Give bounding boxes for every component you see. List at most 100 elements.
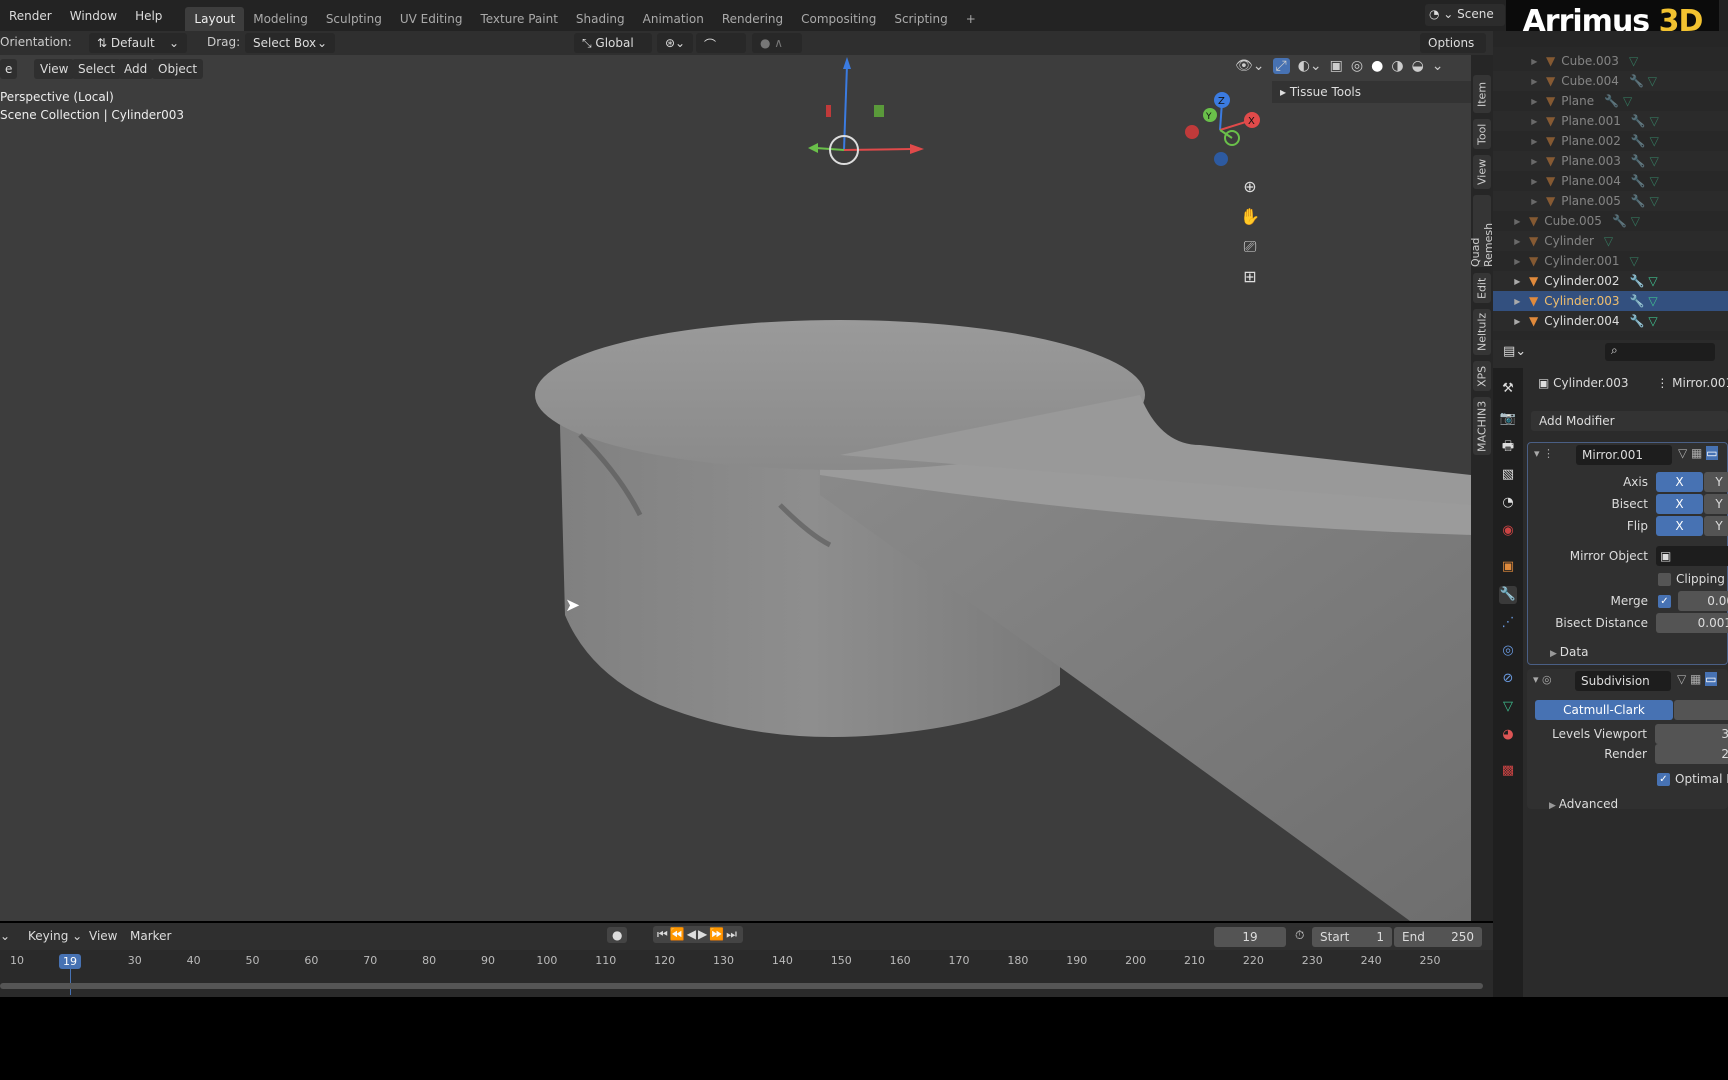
playback-controls[interactable]: ⏮⏪◀▶⏩⏭ xyxy=(653,926,743,943)
outliner-item[interactable]: ▶ ▼ Plane 🔧 ▽ xyxy=(1493,91,1728,111)
simple-toggle[interactable] xyxy=(1674,700,1728,720)
menu-help[interactable]: Help xyxy=(126,9,171,23)
zoom-icon[interactable]: ⊕ xyxy=(1240,172,1260,202)
sidebar-tab-neltulz[interactable]: Neltulz xyxy=(1473,309,1491,355)
render-icon[interactable]: 📷 xyxy=(1499,410,1517,428)
outliner-item[interactable]: ▶ ▼ Plane.002 🔧 ▽ xyxy=(1493,131,1728,151)
collapse-icon[interactable]: ▾ ◎ xyxy=(1533,673,1552,686)
proportional-edit-icon[interactable]: ● ∧ xyxy=(752,33,802,53)
mesh-data-icon[interactable]: ▽ xyxy=(1650,114,1659,128)
flip-y-toggle[interactable]: Y xyxy=(1704,516,1728,536)
menu-window[interactable]: Window xyxy=(61,9,126,23)
mesh-data-icon[interactable]: ▽ xyxy=(1648,294,1657,308)
expand-arrow-icon[interactable]: ▶ xyxy=(1493,77,1540,86)
select-menu[interactable]: Select xyxy=(72,59,122,79)
mesh-data-icon[interactable]: ▽ xyxy=(1499,698,1517,716)
editor-type-icon[interactable]: ▤⌄ xyxy=(1503,344,1526,359)
end-frame-field[interactable]: End 250 xyxy=(1394,927,1482,947)
tab-texture-paint[interactable]: Texture Paint xyxy=(471,7,566,31)
mesh-data-icon[interactable]: ▽ xyxy=(1648,74,1657,88)
mesh-data-icon[interactable]: ▽ xyxy=(1650,154,1659,168)
expand-arrow-icon[interactable]: ▶ xyxy=(1493,217,1523,226)
expand-arrow-icon[interactable]: ▶ xyxy=(1493,97,1540,106)
visibility-icon[interactable]: 👁⌄ xyxy=(1235,58,1265,74)
orientation-dropdown[interactable]: ⇅ Default ⌄ xyxy=(89,33,187,53)
tab-sculpting[interactable]: Sculpting xyxy=(317,7,391,31)
scene-icon[interactable]: ◔ xyxy=(1499,494,1517,512)
outliner-item[interactable]: ▶ ▼ Cylinder.004 🔧 ▽ xyxy=(1493,311,1728,331)
transform-orientation-dropdown[interactable]: ⤡ Global ⌄ xyxy=(574,33,652,65)
outliner-item[interactable]: ▶ ▼ Cube.004 🔧 ▽ xyxy=(1493,71,1728,91)
expand-arrow-icon[interactable]: ▶ xyxy=(1493,197,1540,206)
bisect-x-toggle[interactable]: X xyxy=(1656,494,1703,514)
modifier-wrench-icon[interactable]: 🔧 xyxy=(1630,294,1645,308)
bisect-distance-field[interactable]: 0.001 xyxy=(1656,613,1728,633)
properties-search[interactable]: ⌕ xyxy=(1605,343,1715,361)
shading-rendered-icon[interactable]: ◒ xyxy=(1412,58,1424,74)
modifier-wrench-icon[interactable]: 🔧 xyxy=(1631,154,1646,168)
mesh-data-icon[interactable]: ▽ xyxy=(1648,274,1657,288)
keying-menu[interactable]: Keying ⌄ xyxy=(28,929,82,943)
shading-material-icon[interactable]: ◑ xyxy=(1391,58,1403,74)
tissue-tools-panel[interactable]: ▸ Tissue Tools xyxy=(1272,81,1471,103)
outliner-item[interactable]: ▶ ▼ Cylinder.002 🔧 ▽ xyxy=(1493,271,1728,291)
mesh-data-icon[interactable]: ▽ xyxy=(1629,54,1638,68)
outliner-item[interactable]: ▶ ▼ Cylinder ▽ xyxy=(1493,231,1728,251)
world-icon[interactable]: ◉ xyxy=(1499,522,1517,540)
modifier-visibility-icons[interactable]: ▽ ▦ ▭ xyxy=(1678,446,1718,460)
shading-wireframe-icon[interactable]: ◎ xyxy=(1351,58,1363,74)
view-menu[interactable]: View xyxy=(34,59,75,79)
modifier-wrench-icon[interactable]: 🔧 xyxy=(1612,214,1627,228)
timeline-scrollbar[interactable] xyxy=(0,983,1483,989)
3d-viewport[interactable]: e View Select Add Object Perspective (Lo… xyxy=(0,55,1471,921)
tab-animation[interactable]: Animation xyxy=(634,7,713,31)
scene-selector[interactable]: ◔ ⌄ Scene xyxy=(1425,4,1505,26)
expand-arrow-icon[interactable]: ▶ xyxy=(1493,137,1540,146)
sidebar-tab-machin3[interactable]: MACHIN3 xyxy=(1473,397,1491,455)
modifier-wrench-icon[interactable]: 🔧 xyxy=(1631,194,1646,208)
tab-shading[interactable]: Shading xyxy=(567,7,634,31)
expand-arrow-icon[interactable]: ▶ xyxy=(1493,297,1523,306)
output-icon[interactable]: 🖶 xyxy=(1499,438,1517,456)
tool-icon[interactable]: ⚒ xyxy=(1499,380,1517,398)
navigation-gizmo[interactable]: Z X Y xyxy=(1180,90,1260,170)
pan-hand-icon[interactable]: ✋ xyxy=(1240,202,1260,232)
mode-dropdown[interactable]: e xyxy=(0,59,18,79)
physics-icon[interactable]: ◎ xyxy=(1499,642,1517,660)
modifier-wrench-icon[interactable]: 🔧 xyxy=(1629,74,1644,88)
levels-viewport-field[interactable]: 3 xyxy=(1655,724,1728,744)
sidebar-tab-tool[interactable]: Tool xyxy=(1473,119,1491,149)
modifier-wrench-icon[interactable]: 🔧 xyxy=(1631,114,1646,128)
modifier-wrench-icon[interactable]: 🔧 xyxy=(1630,314,1645,328)
object-properties-icon[interactable]: ▣ xyxy=(1499,558,1517,576)
tab-scripting[interactable]: Scripting xyxy=(885,7,956,31)
mesh-data-icon[interactable]: ▽ xyxy=(1650,134,1659,148)
options-dropdown[interactable]: Options ⌄ xyxy=(1420,33,1486,64)
sidebar-tab-item[interactable]: Item xyxy=(1473,75,1491,113)
modifier-name-field[interactable]: Mirror.001 xyxy=(1576,445,1672,465)
mesh-data-icon[interactable]: ▽ xyxy=(1648,314,1657,328)
sidebar-tab-quad-remesh[interactable]: Quad Remesh xyxy=(1469,195,1495,267)
constraints-icon[interactable]: ⊘ xyxy=(1499,670,1517,688)
bisect-y-toggle[interactable]: Y xyxy=(1704,494,1728,514)
pivot-icon[interactable]: ⊛⌄ xyxy=(657,33,693,53)
modifier-visibility-icons[interactable]: ▽ ▦ ▭ xyxy=(1677,672,1717,686)
view-layer-icon[interactable]: ▧ xyxy=(1499,466,1517,484)
collapse-icon[interactable]: ▾ ⋮ xyxy=(1534,447,1554,460)
tab-modeling[interactable]: Modeling xyxy=(244,7,317,31)
outliner-item[interactable]: ▶ ▼ Cube.003 ▽ xyxy=(1493,51,1728,71)
mesh-data-icon[interactable]: ▽ xyxy=(1623,94,1632,108)
expand-arrow-icon[interactable]: ▶ xyxy=(1493,317,1523,326)
merge-checkbox[interactable]: ✓ xyxy=(1658,595,1671,608)
axis-x-toggle[interactable]: X xyxy=(1656,472,1703,492)
particles-icon[interactable]: ⋰ xyxy=(1499,614,1517,632)
subdivision-name-field[interactable]: Subdivision xyxy=(1575,671,1671,691)
record-keyframe-icon[interactable]: ● xyxy=(607,927,628,943)
data-subpanel[interactable]: ▶ Data xyxy=(1550,645,1588,659)
modifier-wrench-icon[interactable]: 🔧 xyxy=(1631,174,1646,188)
timeline-view-menu[interactable]: View xyxy=(89,929,117,943)
mesh-data-icon[interactable]: ▽ xyxy=(1604,234,1613,248)
expand-arrow-icon[interactable]: ▶ xyxy=(1493,117,1540,126)
add-workspace-button[interactable]: + xyxy=(957,7,985,31)
mesh-data-icon[interactable]: ▽ xyxy=(1650,194,1659,208)
